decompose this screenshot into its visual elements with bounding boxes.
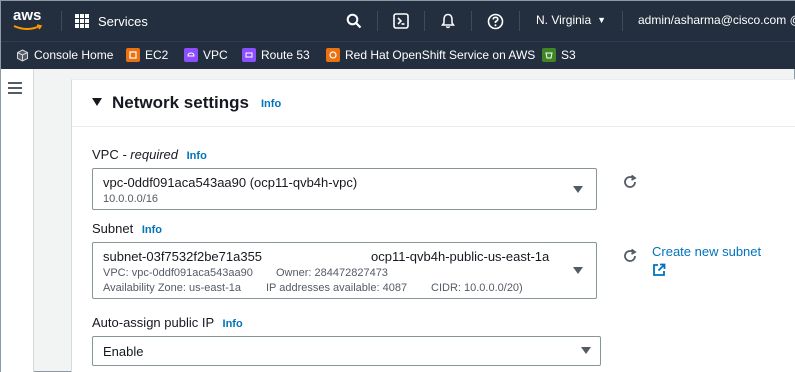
subnet-info-link[interactable]: Info (142, 224, 162, 236)
nav-divider (377, 11, 378, 31)
top-navigation-bar: aws Services N. Virginia ▼ admin/asharma… (1, 1, 795, 41)
subnet-label-text: Subnet (92, 221, 134, 236)
region-label: N. Virginia (536, 13, 592, 27)
subnet-owner: Owner: 284472827473 (276, 267, 388, 279)
nav-divider (471, 11, 472, 31)
route53-icon (242, 48, 256, 62)
s3-icon (542, 48, 556, 62)
aws-logo[interactable]: aws (13, 7, 47, 35)
services-label: Services (98, 13, 148, 29)
hamburger-menu-icon[interactable] (8, 82, 22, 94)
caret-down-icon (573, 186, 583, 193)
auto-assign-ip-label-text: Auto-assign public IP (92, 315, 214, 330)
ec2-icon (126, 48, 140, 62)
favorite-vpc[interactable]: VPC (184, 48, 228, 62)
panel-info-link[interactable]: Info (261, 98, 281, 110)
subnet-availability-zone: Availability Zone: us-east-1a (103, 282, 241, 294)
caret-down-icon (581, 347, 591, 354)
refresh-icon[interactable] (622, 248, 638, 264)
refresh-icon[interactable] (622, 174, 638, 190)
help-icon[interactable] (485, 11, 505, 31)
panel-header[interactable]: Network settings Info (72, 80, 795, 127)
aws-smile-icon (13, 24, 43, 30)
vpc-label-text: VPC (92, 147, 119, 162)
openshift-icon (326, 48, 340, 62)
favorite-label: Red Hat OpenShift Service on AWS (345, 48, 536, 62)
auto-assign-ip-select[interactable]: Enable (92, 336, 601, 366)
subnet-vpc: VPC: vpc-0ddf091aca543aa90 (103, 267, 253, 279)
side-navigation-rail (1, 69, 34, 372)
panel-title: Network settings (112, 93, 249, 112)
cloudshell-icon[interactable] (391, 11, 411, 31)
auto-assign-ip-info-link[interactable]: Info (223, 318, 243, 330)
search-icon[interactable] (344, 11, 364, 31)
caret-down-icon (573, 267, 583, 274)
account-menu[interactable]: admin/asharma@cisco.com @ (638, 13, 795, 27)
region-selector[interactable]: N. Virginia ▼ (536, 13, 606, 27)
nav-divider (61, 11, 62, 31)
services-menu-button[interactable]: Services (75, 11, 148, 31)
cube-icon (15, 48, 29, 62)
caret-down-icon: ▼ (597, 15, 607, 25)
notifications-bell-icon[interactable] (438, 11, 458, 31)
grid-icon (75, 14, 89, 28)
favorite-label: Console Home (34, 48, 114, 62)
vpc-cidr: 10.0.0.0/16 (103, 193, 159, 205)
favorite-ec2[interactable]: EC2 (126, 48, 168, 62)
subnet-field-label: Subnet Info (92, 221, 162, 236)
vpc-field-label: VPC - required Info (92, 147, 207, 162)
favorite-label: VPC (203, 48, 228, 62)
vpc-select[interactable]: vpc-0ddf091aca543aa90 (ocp11-qvb4h-vpc) … (92, 168, 597, 210)
auto-assign-ip-value: Enable (103, 344, 144, 359)
required-marker: - required (122, 147, 178, 162)
favorite-s3[interactable]: S3 (542, 48, 576, 62)
auto-assign-ip-label: Auto-assign public IP Info (92, 315, 243, 330)
subnet-id: subnet-03f7532f2be71a355 (103, 249, 263, 264)
collapse-caret-icon[interactable] (92, 98, 102, 106)
subnet-name: ocp11-qvb4h-public-us-east-1a (371, 249, 550, 264)
subnet-ip-available: IP addresses available: 4087 (266, 282, 408, 294)
favorite-label: EC2 (145, 48, 169, 62)
subnet-select[interactable]: subnet-03f7532f2be71a355 ocp11-qvb4h-pub… (92, 242, 597, 299)
vpc-selected-value: vpc-0ddf091aca543aa90 (ocp11-qvb4h-vpc) (103, 175, 358, 190)
nav-divider (622, 11, 623, 31)
subnet-cidr: CIDR: 10.0.0.0/20) (431, 282, 523, 294)
nav-divider (424, 11, 425, 31)
external-link-icon[interactable] (652, 263, 666, 277)
vpc-info-link[interactable]: Info (187, 150, 207, 162)
aws-logo-text: aws (13, 7, 42, 24)
create-new-subnet-link[interactable]: Create new subnet (652, 244, 761, 259)
favorite-openshift[interactable]: Red Hat OpenShift Service on AWS (326, 48, 535, 62)
nav-divider (519, 11, 520, 31)
favorite-label: Route 53 (261, 48, 310, 62)
vpc-icon (184, 48, 198, 62)
favorite-label: S3 (561, 48, 576, 62)
favorite-console-home[interactable]: Console Home (15, 48, 113, 62)
favorites-bar: Console Home EC2 VPC Route 53 Red Hat Op… (1, 41, 795, 69)
favorite-route53[interactable]: Route 53 (242, 48, 310, 62)
